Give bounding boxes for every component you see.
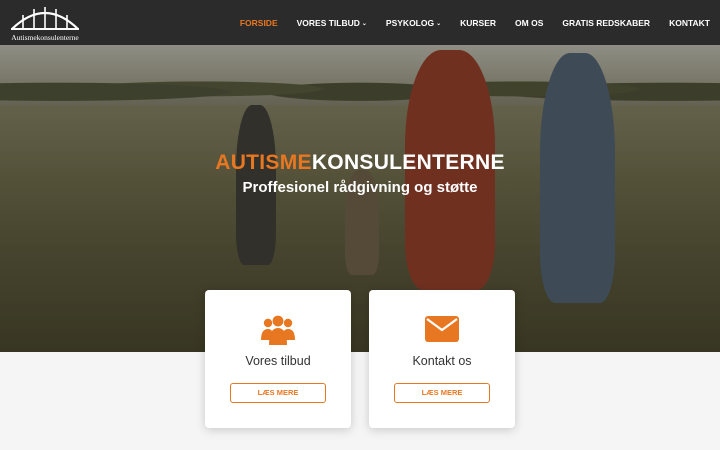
site-logo[interactable]: Autismekonsulenterne [9,3,81,43]
nav-item-label: VORES TILBUD [296,17,360,28]
hero-title-accent: AUTISME [215,151,312,174]
nav-item-label: PSYKOLOG [385,17,435,28]
card-kontakt-os: Kontakt os LÆS MERE [369,290,515,428]
hero-overlay [0,45,720,352]
nav-item-label: OM OS [515,17,544,28]
hero-banner: AUTISMEKONSULENTERNE Proffesionel rådgiv… [0,45,720,352]
group-icon [205,314,351,348]
nav-item-psykolog[interactable]: PSYKOLOG ⌄ [386,18,441,28]
nav-item-forside[interactable]: FORSIDE [240,18,278,28]
logo-text: Autismekonsulenterne [11,33,79,42]
nav-item-kurser[interactable]: KURSER [460,18,496,28]
nav-item-gratis-redskaber[interactable]: GRATIS REDSKABER [562,18,650,28]
bridge-logo-icon [11,7,79,30]
nav-item-kontakt[interactable]: KONTAKT [669,18,710,28]
read-more-button[interactable]: LÆS MERE [394,383,490,403]
card-vores-tilbud: Vores tilbud LÆS MERE [205,290,351,428]
hero-subtitle: Proffesionel rådgivning og støtte [242,179,478,196]
envelope-icon [369,314,515,348]
card-title: Kontakt os [412,354,472,368]
card-title: Vores tilbud [245,354,311,368]
hero-title: AUTISMEKONSULENTERNE [0,151,720,175]
chevron-down-icon: ⌄ [361,21,367,27]
nav-item-label: GRATIS REDSKABER [562,17,651,28]
nav-item-label: FORSIDE [239,17,278,28]
chevron-down-icon: ⌄ [436,21,442,27]
site-header: Autismekonsulenterne FORSIDE VORES TILBU… [0,0,720,45]
nav-item-label: KONTAKT [669,17,710,28]
nav-item-label: KURSER [460,17,497,28]
main-nav: FORSIDE VORES TILBUD ⌄ PSYKOLOG ⌄ KURSER… [221,0,710,45]
read-more-button[interactable]: LÆS MERE [230,383,326,403]
nav-item-vores-tilbud[interactable]: VORES TILBUD ⌄ [297,18,367,28]
hero-title-rest: KONSULENTERNE [311,151,505,174]
nav-item-om-os[interactable]: OM OS [515,18,543,28]
